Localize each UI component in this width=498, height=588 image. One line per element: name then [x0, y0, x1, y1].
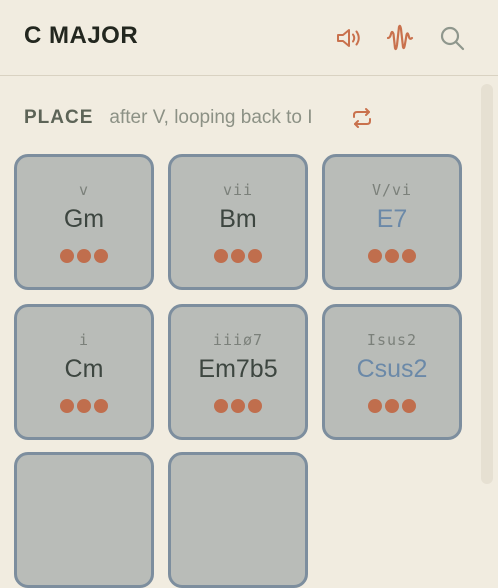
chord-name: Gm [63, 205, 105, 233]
chord-card[interactable] [14, 452, 154, 588]
roman-numeral: v [78, 181, 90, 199]
dot [77, 399, 91, 413]
strength-dots [325, 399, 459, 413]
strength-dots [325, 249, 459, 263]
speaker-icon[interactable] [332, 22, 364, 54]
dot [214, 399, 228, 413]
chord-name: Bm [219, 205, 257, 233]
roman-numeral: vii [222, 181, 254, 199]
page-title: C MAJOR [24, 22, 139, 49]
dot [60, 249, 74, 263]
dot [231, 249, 245, 263]
roman-numeral: Isus2 [366, 331, 418, 349]
dot [402, 399, 416, 413]
chord-name: Cm [64, 355, 104, 383]
scrollbar[interactable] [481, 84, 493, 484]
dot [231, 399, 245, 413]
roman-numeral: i [78, 331, 90, 349]
dot [60, 399, 74, 413]
dot [248, 399, 262, 413]
chord-card[interactable]: vii Bm [168, 154, 308, 290]
dot [385, 399, 399, 413]
search-icon[interactable] [436, 22, 468, 54]
chord-card[interactable]: i Cm [14, 304, 154, 440]
chord-card[interactable]: Isus2 Csus2 [322, 304, 462, 440]
dot [385, 249, 399, 263]
strength-dots [17, 399, 151, 413]
header: C MAJOR [0, 0, 498, 76]
chord-card[interactable]: v Gm [14, 154, 154, 290]
chord-card[interactable] [168, 452, 308, 588]
dot [402, 249, 416, 263]
strength-dots [17, 249, 151, 263]
chord-card[interactable]: iiiø7 Em7b5 [168, 304, 308, 440]
dot [94, 399, 108, 413]
dot [368, 399, 382, 413]
place-description: after V, looping back to I [109, 107, 313, 128]
place-row: PLACE after V, looping back to I [24, 104, 313, 132]
chord-card[interactable]: V/vi E7 [322, 154, 462, 290]
place-label: PLACE [24, 107, 94, 128]
chord-name: Em7b5 [198, 355, 278, 383]
dot [248, 249, 262, 263]
strength-dots [171, 249, 305, 263]
dot [368, 249, 382, 263]
chord-name: Csus2 [356, 355, 428, 383]
repeat-icon[interactable] [348, 104, 376, 132]
waveform-icon[interactable] [384, 22, 416, 54]
dot [214, 249, 228, 263]
dot [94, 249, 108, 263]
strength-dots [171, 399, 305, 413]
dot [77, 249, 91, 263]
roman-numeral: V/vi [371, 181, 413, 199]
roman-numeral: iiiø7 [212, 331, 264, 349]
chord-name: E7 [376, 205, 408, 233]
